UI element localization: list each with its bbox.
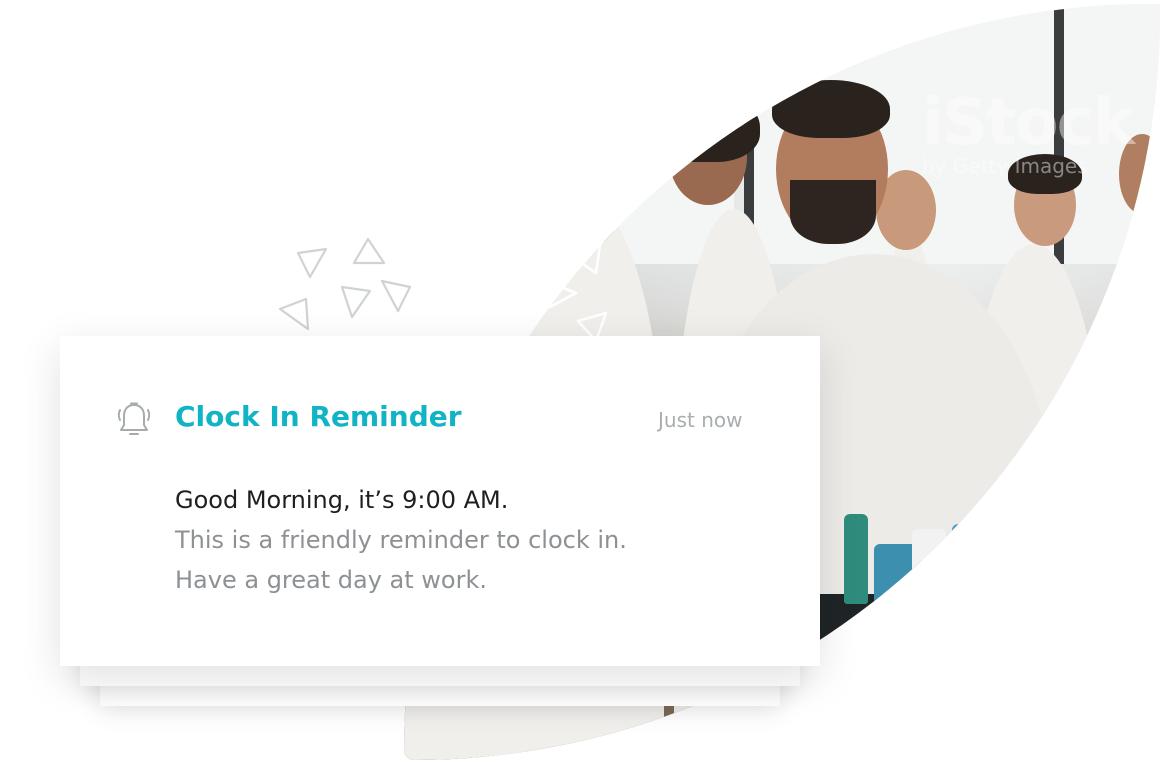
hero-scene: iStock by Getty Images iStock by Getty I… <box>0 0 1160 766</box>
notification-title: Clock In Reminder <box>175 400 462 433</box>
notification-timestamp: Just now <box>658 408 743 432</box>
main-person-beard <box>790 180 876 244</box>
watermark-subtitle: by Getty Images <box>922 154 1088 178</box>
watermark-subtitle: by Getty Images <box>500 154 666 178</box>
watermark-logo: iStock <box>500 86 713 160</box>
watermark-subtitle: by Getty Imag <box>922 658 1065 682</box>
notification-message-greeting: Good Morning, it’s 9:00 AM. <box>175 486 509 514</box>
person-figure <box>1109 214 1160 760</box>
watermark-logo: iStock <box>922 86 1135 160</box>
notification-card[interactable]: Clock In Reminder Just now Good Morning,… <box>60 336 820 666</box>
triangle-pattern-decoration <box>278 235 608 343</box>
notification-message-closing: Have a great day at work. <box>175 566 487 594</box>
cleaning-bottle <box>844 514 868 604</box>
main-person-hair <box>772 80 890 138</box>
person-hair <box>416 152 498 202</box>
notification-message-body: This is a friendly reminder to clock in. <box>175 526 627 554</box>
bell-icon <box>117 402 151 435</box>
